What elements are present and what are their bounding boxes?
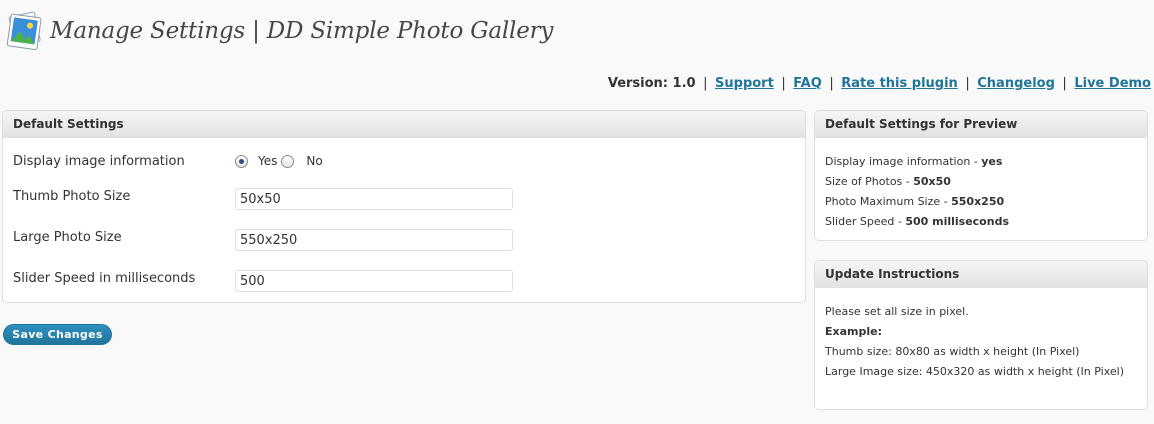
support-link[interactable]: Support	[715, 76, 774, 91]
faq-link[interactable]: FAQ	[793, 76, 822, 91]
preview-heading: Default Settings for Preview	[815, 111, 1147, 138]
instructions-panel: Update Instructions Please set all size …	[814, 260, 1148, 410]
radio-no-label: No	[306, 154, 323, 168]
preview-line: Photo Maximum Size - 550x250	[825, 195, 1005, 208]
page-title: Manage Settings | DD Simple Photo Galler…	[50, 18, 554, 44]
slider-speed-input[interactable]	[235, 270, 513, 292]
instructions-heading: Update Instructions	[815, 261, 1147, 288]
page-header: Manage Settings | DD Simple Photo Galler…	[4, 6, 553, 56]
instructions-large-line: Large Image size: 450x320 as width x hei…	[825, 365, 1125, 378]
live-demo-link[interactable]: Live Demo	[1074, 76, 1151, 91]
preview-panel: Default Settings for Preview Display ima…	[814, 110, 1148, 241]
photo-gallery-icon	[4, 8, 46, 54]
preview-line: Slider Speed - 500 milliseconds	[825, 215, 1009, 228]
version-label: Version: 1.0	[607, 76, 696, 91]
default-settings-panel: Default Settings Display image informati…	[2, 110, 806, 303]
large-size-input[interactable]	[235, 229, 513, 251]
instructions-thumb-line: Thumb size: 80x80 as width x height (In …	[825, 345, 1080, 358]
display-info-label: Display image information	[13, 154, 185, 169]
instructions-intro: Please set all size in pixel.	[825, 305, 969, 318]
version-bar: Version: 1.0 | Support | FAQ | Rate this…	[608, 76, 1151, 91]
preview-line: Display image information - yes	[825, 155, 1003, 168]
preview-line: Size of Photos - 50x50	[825, 175, 951, 188]
changelog-link[interactable]: Changelog	[977, 76, 1055, 91]
separator: |	[965, 76, 970, 91]
save-changes-button[interactable]: Save Changes	[3, 324, 112, 345]
thumb-size-label: Thumb Photo Size	[13, 189, 131, 204]
display-info-radio-group: Yes No	[235, 154, 323, 168]
default-settings-heading: Default Settings	[3, 111, 805, 138]
rate-plugin-link[interactable]: Rate this plugin	[841, 76, 958, 91]
radio-no[interactable]	[281, 154, 295, 168]
separator: |	[1062, 76, 1067, 91]
thumb-size-input[interactable]	[235, 188, 513, 210]
radio-yes[interactable]	[235, 154, 248, 168]
separator: |	[829, 76, 834, 91]
separator: |	[703, 76, 708, 91]
slider-speed-label: Slider Speed in milliseconds	[13, 271, 196, 286]
separator: |	[781, 76, 786, 91]
instructions-example-label: Example:	[825, 325, 882, 338]
radio-yes-label: Yes	[258, 154, 278, 168]
large-size-label: Large Photo Size	[13, 230, 122, 245]
